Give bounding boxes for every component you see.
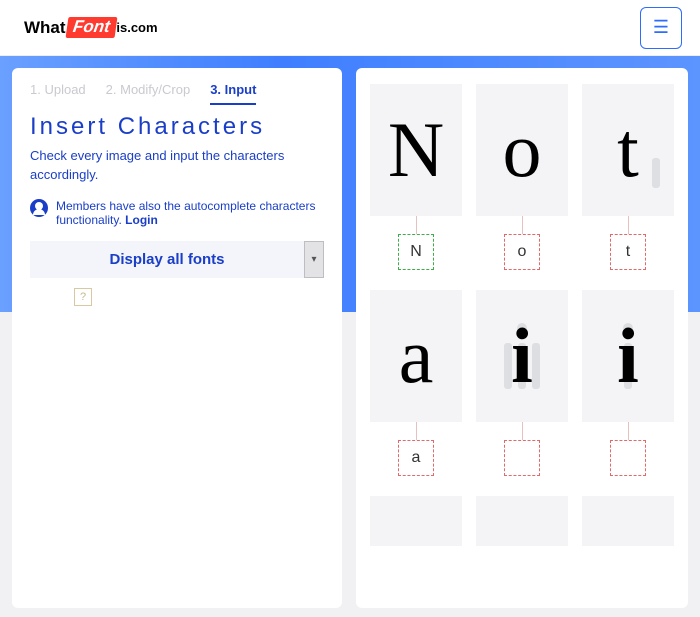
glyph-tile: t <box>582 84 674 216</box>
glyph-tile <box>582 496 674 546</box>
glyph-char: i <box>617 317 639 395</box>
display-fonts-select[interactable]: Display all fonts ▾ <box>30 241 324 278</box>
char-input[interactable] <box>610 234 646 270</box>
char-input[interactable] <box>398 234 434 270</box>
char-input[interactable] <box>398 440 434 476</box>
connector-row <box>370 422 674 440</box>
step-upload[interactable]: 1. Upload <box>30 82 86 105</box>
glyph-char: i <box>511 317 533 395</box>
glyph-char: N <box>388 111 444 189</box>
input-row-2 <box>370 440 674 476</box>
ghost-glyph-icon <box>652 158 660 188</box>
glyph-char: o <box>503 111 542 189</box>
content-wrap: 1. Upload 2. Modify/Crop 3. Input Insert… <box>12 68 688 608</box>
hero-strip: 1. Upload 2. Modify/Crop 3. Input Insert… <box>0 56 700 312</box>
member-note: Members have also the autocomplete chara… <box>30 199 324 227</box>
glyph-char: t <box>617 111 639 189</box>
connector-row <box>370 216 674 234</box>
logo[interactable]: What Font is.com <box>24 17 158 38</box>
member-note-text: Members have also the autocomplete chara… <box>56 199 315 227</box>
glyph-tile: i <box>476 290 568 422</box>
char-input[interactable] <box>610 440 646 476</box>
glyph-tile: i <box>582 290 674 422</box>
hamburger-icon: ☰ <box>653 17 669 38</box>
glyph-tile <box>370 496 462 546</box>
step-input[interactable]: 3. Input <box>210 82 256 105</box>
login-link[interactable]: Login <box>125 213 158 227</box>
glyph-row-1: N o t <box>370 84 674 216</box>
glyph-panel: N o t <box>356 68 688 608</box>
logo-what: What <box>24 18 66 38</box>
glyph-tile: a <box>370 290 462 422</box>
page-subtitle: Check every image and input the characte… <box>30 147 324 185</box>
left-panel: 1. Upload 2. Modify/Crop 3. Input Insert… <box>12 68 342 608</box>
glyph-tile: N <box>370 84 462 216</box>
char-input[interactable] <box>504 234 540 270</box>
header: What Font is.com ☰ <box>0 0 700 56</box>
user-icon <box>30 199 48 217</box>
glyph-row-2: a i i <box>370 290 674 422</box>
step-modify[interactable]: 2. Modify/Crop <box>106 82 191 105</box>
display-fonts-label: Display all fonts <box>30 241 304 278</box>
glyph-row-3 <box>370 496 674 546</box>
glyph-tile <box>476 496 568 546</box>
input-row-1 <box>370 234 674 270</box>
step-tabs: 1. Upload 2. Modify/Crop 3. Input <box>30 82 324 105</box>
help-icon[interactable]: ? <box>74 288 92 306</box>
chevron-down-icon[interactable]: ▾ <box>304 241 324 278</box>
logo-font-badge: Font <box>65 17 117 38</box>
char-input[interactable] <box>504 440 540 476</box>
logo-iscom: is.com <box>116 20 157 35</box>
glyph-char: a <box>399 317 434 395</box>
menu-button[interactable]: ☰ <box>640 7 682 49</box>
glyph-tile: o <box>476 84 568 216</box>
page-title: Insert Characters <box>30 113 324 141</box>
